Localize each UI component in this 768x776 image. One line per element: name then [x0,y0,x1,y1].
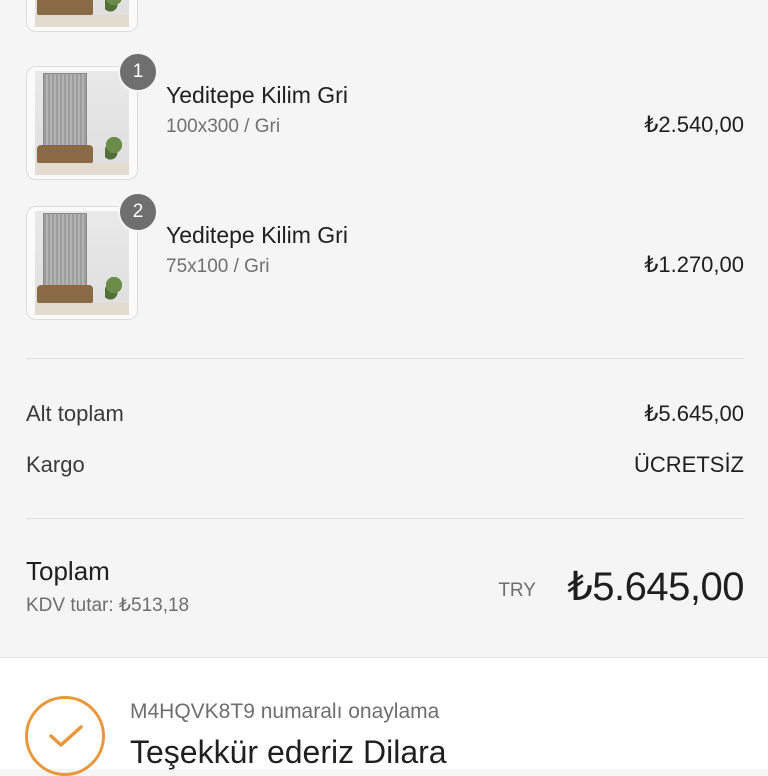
order-summary: 115x180 (3m2) / Gri 1 Yeditepe Kilim Gri… [0,0,768,657]
item-price: ₺1.270,00 [644,252,744,277]
line-item: 2 Yeditepe Kilim Gri 75x100 / Gri ₺1.270… [26,192,744,322]
line-item: 1 Yeditepe Kilim Gri 100x300 / Gri ₺2.54… [26,52,744,182]
check-circle-icon [25,696,105,776]
currency-code: TRY [498,580,536,601]
confirmation-number: M4HQVK8T9 numaralı onaylama [130,700,440,723]
item-title: Yeditepe Kilim Gri [166,82,348,108]
product-thumbnail [26,0,138,32]
total-label: Toplam [26,556,110,586]
subtotal-value: ₺5.645,00 [644,401,744,426]
order-confirmation: M4HQVK8T9 numaralı onaylama Teşekkür ede… [0,657,768,776]
total-value: ₺5.645,00 [567,565,744,609]
shipping-label: Kargo [26,452,85,477]
item-price: ₺2.540,00 [644,112,744,137]
divider [26,358,744,359]
line-item: 115x180 (3m2) / Gri [26,0,744,34]
shipping-value: ÜCRETSİZ [634,452,744,477]
quantity-badge: 2 [118,192,158,232]
item-variant: 100x300 / Gri [166,116,281,137]
divider [26,518,744,519]
quantity-badge: 1 [118,52,158,92]
subtotal-label: Alt toplam [26,401,124,426]
tax-amount: KDV tutar: ₺513,18 [26,595,190,616]
item-variant: 75x100 / Gri [166,256,270,277]
item-title: Yeditepe Kilim Gri [166,222,348,248]
thank-you-heading: Teşekkür ederiz Dilara [130,734,447,770]
